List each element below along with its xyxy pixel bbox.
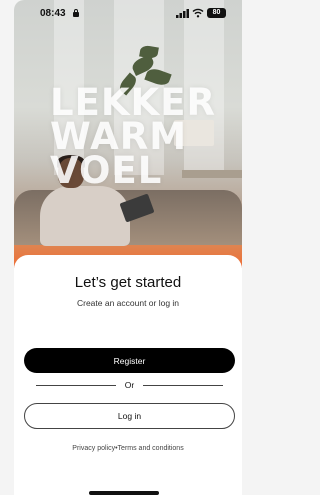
privacy-policy-link[interactable]: Privacy policy bbox=[72, 445, 115, 452]
footer-links: Privacy policy•Terms and conditions bbox=[14, 445, 242, 452]
headline-line: VOEL bbox=[50, 149, 163, 192]
app-screen: LEKKER WARM VOEL 08:43 80 Let’s get star… bbox=[14, 0, 242, 495]
page-subtitle: Create an account or log in bbox=[76, 298, 180, 308]
hero-headline: LEKKER WARM VOEL bbox=[50, 84, 240, 192]
register-button[interactable]: Register bbox=[24, 348, 235, 373]
person-body bbox=[40, 186, 130, 246]
status-time: 08:43 bbox=[40, 8, 66, 19]
onboarding-sheet: Let’s get started Create an account or l… bbox=[14, 255, 242, 495]
battery-icon: 80 bbox=[207, 8, 226, 18]
signal-icon bbox=[176, 9, 189, 18]
status-bar: 08:43 80 bbox=[14, 0, 242, 26]
hero-image: LEKKER WARM VOEL bbox=[14, 0, 242, 268]
terms-link[interactable]: Terms and conditions bbox=[118, 445, 184, 452]
lock-icon bbox=[73, 9, 79, 17]
wifi-icon bbox=[192, 8, 204, 18]
page-title: Let’s get started bbox=[74, 274, 182, 291]
login-button[interactable]: Log in bbox=[24, 403, 235, 429]
or-label: Or bbox=[124, 380, 135, 390]
or-divider: Or bbox=[36, 380, 223, 390]
home-indicator[interactable] bbox=[89, 491, 159, 495]
